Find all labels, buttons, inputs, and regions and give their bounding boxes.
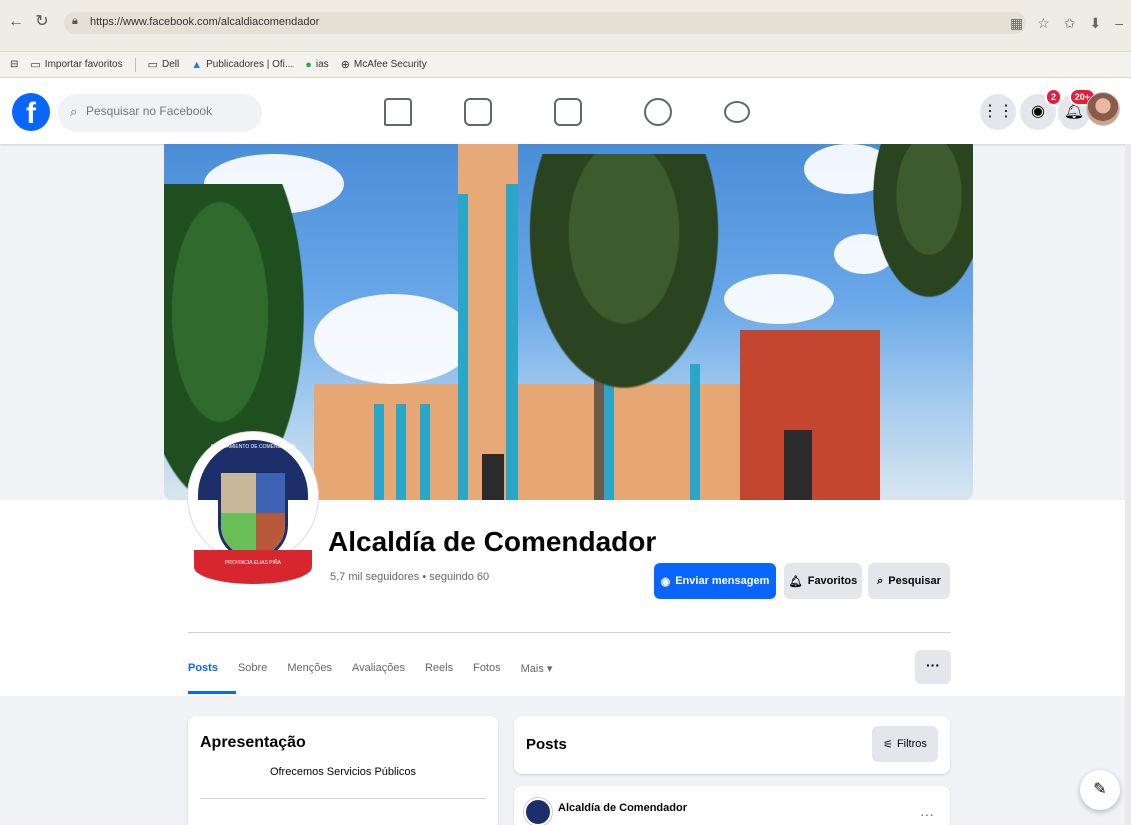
more-options-button[interactable]: ···	[915, 650, 951, 684]
column-shape	[374, 404, 384, 500]
send-message-button[interactable]: ◉ Enviar mensagem	[654, 563, 776, 599]
minimize-icon[interactable]: –	[1115, 15, 1123, 31]
favorites-icon[interactable]: ✩	[1064, 15, 1076, 32]
menu-grid-icon[interactable]: ⋮⋮	[980, 94, 1016, 130]
reload-icon[interactable]: ↻	[32, 12, 52, 32]
notifications-icon[interactable]: 🔔︎ 20+	[1058, 88, 1096, 130]
bookmarks-menu-icon[interactable]: ⊟	[10, 59, 18, 70]
reader-icon[interactable]: ▦	[1010, 15, 1023, 32]
tab-mentions[interactable]: Menções	[287, 650, 342, 694]
address-row: ← ↻ 🔒︎ https://www.facebook.com/alcaldia…	[0, 10, 1131, 36]
pages-icon[interactable]	[464, 98, 492, 126]
seal-top-text: AYUNTAMIENTO DE COMENDADOR	[210, 444, 296, 450]
search-page-button[interactable]: ⌕ Pesquisar	[868, 563, 950, 599]
ribbon-shape	[194, 550, 312, 584]
bell-icon: 🔔︎	[788, 575, 803, 588]
folder-icon: ▭	[30, 59, 41, 71]
door-shape	[482, 454, 504, 500]
compose-message-icon[interactable]: ✎	[1080, 770, 1120, 810]
globe-icon: ⊕	[340, 59, 350, 71]
filter-icon: ⚟	[883, 738, 893, 751]
back-icon[interactable]: ←	[6, 12, 26, 32]
column-shape	[458, 194, 468, 500]
home-icon[interactable]	[384, 98, 412, 126]
intro-card: Apresentação Ofrecemos Servicios Público…	[188, 716, 498, 825]
ias-icon: ●	[305, 58, 312, 71]
facebook-logo-icon[interactable]: f	[12, 93, 50, 131]
posts-title: Posts	[526, 736, 567, 753]
seal-bottom-text: PROVINCIA ELIAS PIÑA	[225, 560, 281, 566]
palm-shape	[864, 144, 973, 314]
folder-icon: ▭	[147, 59, 159, 71]
page-title: Alcaldía de Comendador	[328, 526, 657, 557]
shield-quarter	[256, 473, 285, 513]
messenger-icon: ◉	[660, 575, 671, 588]
bookmark-item[interactable]: ⊕ McAfee Security	[341, 58, 427, 71]
bookmark-item[interactable]: ● ias	[305, 59, 328, 71]
bookmark-item[interactable]: ▭ Dell	[148, 58, 180, 71]
tab-photos[interactable]: Fotos	[473, 650, 511, 694]
profile-divider	[188, 632, 951, 633]
post-author-avatar[interactable]	[524, 798, 552, 825]
cloud-shape	[724, 274, 834, 324]
palm-shape	[514, 154, 734, 414]
column-shape	[420, 404, 430, 500]
profile-picture[interactable]: AYUNTAMIENTO DE COMENDADOR PROVINCIA ELI…	[188, 432, 318, 610]
post-author-name[interactable]: Alcaldía de Comendador	[558, 802, 687, 814]
search-icon: ⌕	[877, 574, 884, 587]
followers-count[interactable]: 5,7 mil seguidores • seguindo 60	[330, 571, 489, 583]
publisher-icon: ▲	[191, 58, 203, 71]
groups-icon[interactable]	[644, 98, 672, 126]
post-card: Alcaldía de Comendador ···	[514, 786, 950, 825]
shield-quarter	[221, 473, 256, 513]
bookmark-item[interactable]: ▭ Importar favoritos	[30, 58, 122, 71]
account-avatar[interactable]	[1086, 92, 1120, 126]
facebook-header: f ⌕ ⋮⋮ ◉ 2 🔔︎ 20+	[0, 78, 1131, 144]
favorites-button[interactable]: 🔔︎ Favoritos	[784, 563, 862, 599]
posts-header-card: Posts ⚟ Filtros	[514, 716, 950, 774]
post-options-icon[interactable]: ···	[920, 806, 934, 822]
intro-bio: Ofrecemos Servicios Públicos	[269, 766, 417, 778]
door-shape	[784, 430, 812, 500]
url-text: https://www.facebook.com/alcaldiacomenda…	[90, 16, 320, 28]
browser-toolbar: ← ↻ 🔒︎ https://www.facebook.com/alcaldia…	[0, 0, 1131, 52]
intro-divider	[200, 798, 486, 799]
bookmarks-bar: ⊟ ▭ Importar favoritos ▭ Dell ▲ Publicadore…	[0, 52, 1131, 78]
tab-posts[interactable]: Posts	[188, 650, 236, 694]
address-bar[interactable]: 🔒︎ https://www.facebook.com/alcaldiacome…	[64, 12, 1026, 34]
bookmark-item[interactable]: ▲ Publicadores | Ofi...	[191, 59, 293, 71]
extension-icon[interactable]: ⬇	[1089, 15, 1101, 32]
scrollbar[interactable]	[1125, 144, 1131, 825]
search-input[interactable]	[86, 104, 256, 118]
marketplace-icon[interactable]	[554, 98, 582, 126]
tab-reels[interactable]: Reels	[425, 650, 463, 694]
gaming-icon[interactable]	[724, 101, 750, 123]
tab-about[interactable]: Sobre	[238, 650, 277, 694]
tab-reviews[interactable]: Avaliações	[352, 650, 415, 694]
cloud-shape	[314, 294, 474, 384]
tab-more[interactable]: Mais ▾	[521, 650, 563, 694]
lock-icon: 🔒︎	[72, 15, 78, 27]
filters-button[interactable]: ⚟ Filtros	[872, 726, 938, 762]
browser-icons: ▦ ☆ ✩ ⬇ –	[1010, 10, 1123, 36]
search-box[interactable]: ⌕	[58, 94, 262, 132]
column-shape	[396, 404, 406, 500]
star-icon[interactable]: ☆	[1037, 15, 1050, 32]
shield-icon	[218, 470, 288, 560]
bookmark-separator	[134, 57, 136, 72]
profile-tabs: Posts Sobre Menções Avaliações Reels Fot…	[188, 650, 572, 694]
search-icon: ⌕	[70, 104, 78, 119]
messenger-icon[interactable]: ◉ 2	[1020, 88, 1062, 130]
intro-title: Apresentação	[200, 734, 306, 751]
